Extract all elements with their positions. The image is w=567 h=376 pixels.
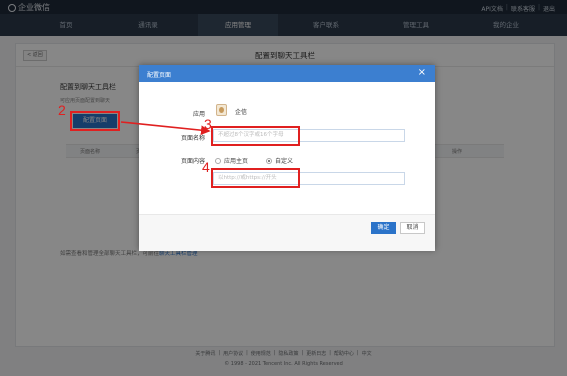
app-icon <box>216 104 227 116</box>
radio-button-selected[interactable] <box>266 157 272 164</box>
radio-custom[interactable]: 自定义 <box>266 156 293 165</box>
annotation-box-page-url <box>211 168 300 188</box>
page-content-label: 页面内容 <box>180 158 205 165</box>
radio-button[interactable] <box>215 157 221 164</box>
annotation-number-3: 3 <box>204 116 212 132</box>
annotation-number-4: 4 <box>202 159 210 175</box>
annotation-number-2: 2 <box>58 102 66 118</box>
app-name: 企信 <box>235 109 248 116</box>
configure-page-dialog: 配置页面 × 应用 企信 页面名称 不超过8个汉字或16个字母 页面内容 应用主… <box>139 65 435 251</box>
annotation-box-page-name <box>211 126 300 146</box>
dialog-header: 配置页面 × <box>139 65 435 82</box>
confirm-button[interactable]: 确定 <box>371 222 396 234</box>
dialog-title: 配置页面 <box>147 72 172 79</box>
cancel-button[interactable]: 取消 <box>400 222 425 234</box>
radio-app-home[interactable]: 应用主页 <box>215 156 248 165</box>
app-label: 应用 <box>192 111 205 118</box>
radio-label: 自定义 <box>275 158 294 165</box>
close-icon[interactable]: × <box>418 68 426 78</box>
page-name-label: 页面名称 <box>180 135 205 142</box>
annotation-box-configure-button <box>70 111 120 131</box>
radio-label: 应用主页 <box>224 158 249 165</box>
